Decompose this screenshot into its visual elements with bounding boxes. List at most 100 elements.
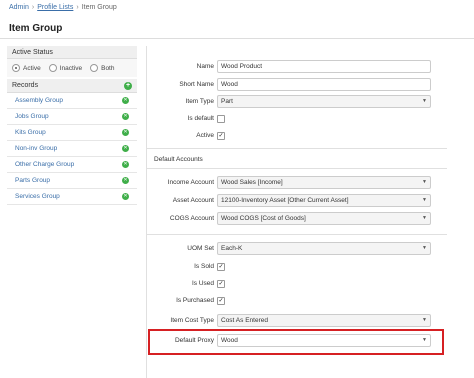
breadcrumb: Admin › Profile Lists › Item Group	[9, 4, 117, 11]
record-label[interactable]: Parts Group	[15, 177, 50, 184]
page-title: Item Group	[9, 23, 63, 34]
short-name-field[interactable]: Wood	[217, 78, 431, 91]
chevron-down-icon: ▼	[422, 98, 427, 104]
is-default-row: Is default	[147, 112, 447, 126]
breadcrumb-separator: ›	[76, 4, 79, 11]
active-status-header: Active Status	[7, 46, 137, 59]
remove-icon[interactable]: ✕	[122, 145, 129, 152]
status-inactive-label: Inactive	[59, 64, 83, 72]
sidebar: Active Status Active Inactive Both Recor…	[7, 46, 137, 205]
breadcrumb-admin[interactable]: Admin	[9, 4, 29, 11]
item-cost-type-select[interactable]: Cost As Entered ▼	[217, 314, 431, 327]
item-type-value: Part	[221, 98, 233, 105]
chevron-down-icon: ▼	[422, 179, 427, 185]
item-cost-type-label: Item Cost Type	[170, 317, 214, 324]
is-used-checkbox[interactable]: ✓	[217, 280, 225, 288]
is-used-row: Is Used ✓	[147, 277, 447, 291]
name-field[interactable]: Wood Product	[217, 60, 431, 73]
chevron-down-icon: ▼	[422, 317, 427, 323]
remove-icon[interactable]: ✕	[122, 97, 129, 104]
breadcrumb-profile-lists[interactable]: Profile Lists	[37, 4, 73, 11]
record-item[interactable]: Other Charge Group ✕	[7, 157, 137, 173]
remove-icon[interactable]: ✕	[122, 177, 129, 184]
highlight-box	[148, 329, 444, 355]
active-status-options: Active Inactive Both	[7, 59, 137, 77]
income-account-label: Income Account	[167, 179, 214, 186]
asset-account-row: Asset Account 12100-Inventory Asset [Oth…	[147, 194, 447, 208]
record-item[interactable]: Non-inv Group ✕	[7, 141, 137, 157]
short-name-label: Short Name	[179, 81, 214, 88]
status-both-label: Both	[101, 64, 115, 72]
asset-account-select[interactable]: 12100-Inventory Asset [Other Current Ass…	[217, 194, 431, 207]
radio-inactive[interactable]	[48, 64, 57, 72]
records-header: Records +	[7, 79, 137, 93]
is-default-label: Is default	[187, 115, 214, 122]
remove-icon[interactable]: ✕	[122, 161, 129, 168]
status-both-option[interactable]: Both	[90, 64, 114, 72]
is-default-checkbox[interactable]	[217, 115, 225, 123]
record-label[interactable]: Services Group	[15, 193, 60, 200]
default-accounts-title: Default Accounts	[154, 156, 203, 163]
status-inactive-option[interactable]: Inactive	[48, 64, 83, 72]
name-label: Name	[196, 63, 214, 70]
uom-set-value: Each-K	[221, 245, 243, 252]
is-purchased-checkbox[interactable]: ✓	[217, 297, 225, 305]
is-used-label: Is Used	[191, 280, 214, 287]
cogs-account-row: COGS Account Wood COGS [Cost of Goods] ▼	[147, 212, 447, 226]
section-divider	[147, 148, 447, 149]
title-divider	[0, 38, 474, 39]
record-item[interactable]: Kits Group ✕	[7, 125, 137, 141]
is-sold-checkbox[interactable]: ✓	[217, 263, 225, 271]
uom-set-select[interactable]: Each-K ▼	[217, 242, 431, 255]
cogs-account-label: COGS Account	[169, 215, 214, 222]
breadcrumb-separator: ›	[31, 4, 35, 11]
item-type-row: Item Type Part ▼	[147, 95, 447, 109]
section-divider	[147, 234, 447, 235]
is-sold-row: Is Sold ✓	[147, 260, 447, 274]
item-cost-type-value: Cost As Entered	[221, 317, 268, 324]
record-label[interactable]: Other Charge Group	[15, 161, 74, 168]
active-row: Active ✓	[147, 129, 447, 143]
add-record-icon[interactable]: +	[124, 81, 132, 90]
status-active-label: Active	[23, 64, 41, 72]
record-label[interactable]: Non-inv Group	[15, 145, 57, 152]
record-item[interactable]: Jobs Group ✕	[7, 109, 137, 125]
is-purchased-label: Is Purchased	[176, 297, 214, 304]
radio-active[interactable]	[12, 64, 20, 72]
chevron-down-icon: ▼	[422, 245, 427, 251]
records-title: Records	[12, 82, 39, 89]
income-account-select[interactable]: Wood Sales [Income] ▼	[217, 176, 431, 189]
record-label[interactable]: Kits Group	[15, 129, 46, 136]
remove-icon[interactable]: ✕	[122, 113, 129, 120]
record-item[interactable]: Services Group ✕	[7, 189, 137, 205]
is-sold-label: Is Sold	[194, 263, 214, 270]
uom-set-label: UOM Set	[187, 245, 214, 252]
chevron-down-icon: ▼	[422, 197, 427, 203]
record-label[interactable]: Assembly Group	[15, 97, 63, 104]
asset-account-label: Asset Account	[172, 197, 214, 204]
active-checkbox[interactable]: ✓	[217, 132, 225, 140]
item-type-select[interactable]: Part ▼	[217, 95, 431, 108]
cogs-account-select[interactable]: Wood COGS [Cost of Goods] ▼	[217, 212, 431, 225]
uom-set-row: UOM Set Each-K ▼	[147, 242, 447, 256]
short-name-row: Short Name Wood	[147, 78, 447, 92]
section-divider	[147, 168, 447, 169]
item-type-label: Item Type	[185, 98, 214, 105]
record-item[interactable]: Assembly Group ✕	[7, 93, 137, 109]
breadcrumb-current: Item Group	[81, 4, 117, 11]
income-account-row: Income Account Wood Sales [Income] ▼	[147, 176, 447, 190]
name-row: Name Wood Product	[147, 60, 447, 74]
asset-account-value: 12100-Inventory Asset [Other Current Ass…	[221, 197, 349, 204]
is-purchased-row: Is Purchased ✓	[147, 294, 447, 308]
record-label[interactable]: Jobs Group	[15, 113, 49, 120]
remove-icon[interactable]: ✕	[122, 193, 129, 200]
income-account-value: Wood Sales [Income]	[221, 179, 283, 186]
record-item[interactable]: Parts Group ✕	[7, 173, 137, 189]
active-label: Active	[196, 132, 214, 139]
chevron-down-icon: ▼	[422, 215, 427, 221]
item-cost-type-row: Item Cost Type Cost As Entered ▼	[147, 314, 447, 328]
radio-both[interactable]	[90, 64, 99, 72]
remove-icon[interactable]: ✕	[122, 129, 129, 136]
status-active-option[interactable]: Active	[12, 64, 41, 72]
cogs-account-value: Wood COGS [Cost of Goods]	[221, 215, 306, 222]
